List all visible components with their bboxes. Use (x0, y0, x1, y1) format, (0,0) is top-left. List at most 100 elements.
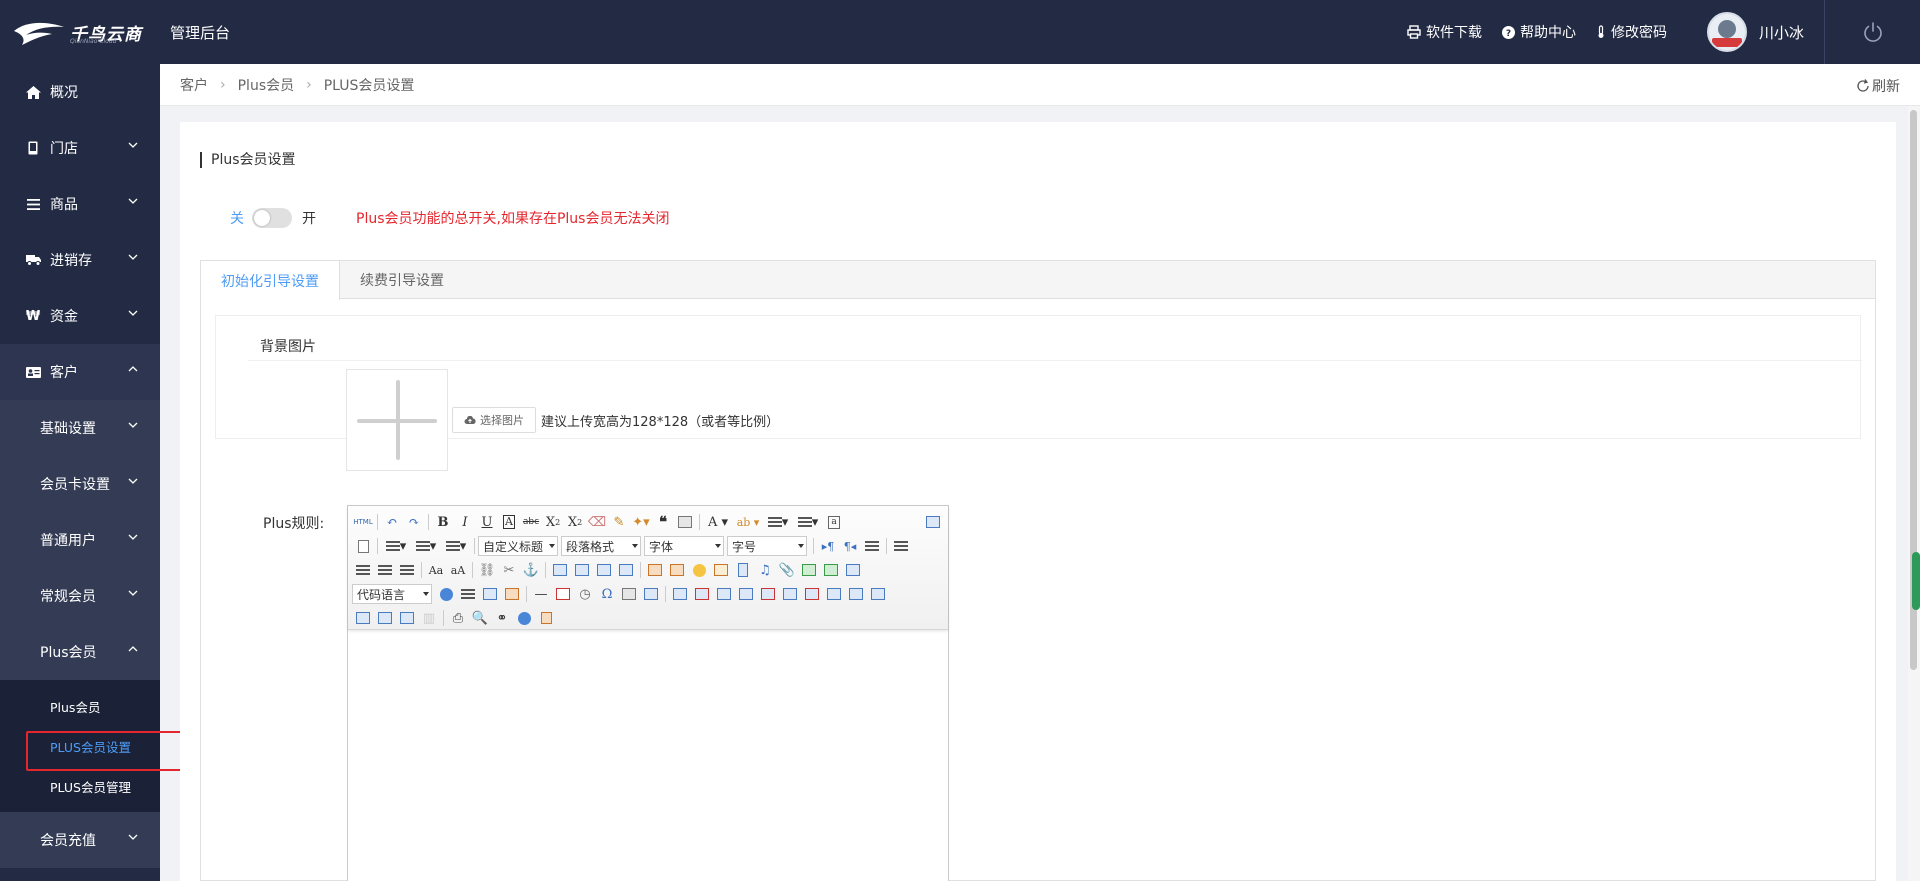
sidebar-item-inventory[interactable]: 进销存 (0, 232, 160, 288)
simple-upload-icon[interactable] (644, 560, 666, 580)
html-source-icon[interactable]: HTML (352, 512, 374, 532)
delete-row-icon[interactable] (757, 584, 779, 604)
ordered-list-icon[interactable]: ▾ (763, 512, 793, 532)
change-password-link[interactable]: 修改密码 (1596, 22, 1667, 42)
font-family-select[interactable]: 字体 (644, 536, 724, 556)
heading-select[interactable]: 自定义标题 (478, 536, 558, 556)
unordered-list-icon[interactable]: ▾ (793, 512, 823, 532)
template-icon[interactable] (479, 584, 501, 604)
binoculars-icon[interactable]: ⚭ (491, 608, 513, 628)
align-left-icon[interactable] (890, 536, 912, 556)
indent-icon[interactable] (861, 536, 883, 556)
print-icon[interactable]: ⎙ (447, 608, 469, 628)
help-center-link[interactable]: ? 帮助中心 (1501, 22, 1576, 42)
insert-row-icon[interactable] (735, 584, 757, 604)
align-justify-icon[interactable] (396, 560, 418, 580)
align-center-icon[interactable] (352, 560, 374, 580)
sidebar-subitem-member-recharge[interactable]: 会员充值 (0, 812, 160, 868)
sidebar-subitem-basic-settings[interactable]: 基础设置 (0, 400, 160, 456)
underline-icon[interactable]: U (476, 512, 498, 532)
scrawl-icon[interactable] (710, 560, 732, 580)
font-color-icon[interactable]: A ▾ (703, 512, 733, 532)
italic-icon[interactable]: I (454, 512, 476, 532)
ltr-icon[interactable]: ▸¶ (817, 536, 839, 556)
sidebar-item-overview[interactable]: 概况 (0, 64, 160, 120)
insert-frame-icon[interactable] (842, 560, 864, 580)
split-to-cells-icon[interactable] (352, 608, 374, 628)
sidebar-subitem-card-settings[interactable]: 会员卡设置 (0, 456, 160, 512)
strikethrough-icon[interactable]: abc (520, 512, 542, 532)
auto-format-icon[interactable]: ✦▾ (630, 512, 652, 532)
undo-icon[interactable]: ↶ (381, 512, 403, 532)
unlink-icon[interactable]: ✂ (498, 560, 520, 580)
tab-renew-guide[interactable]: 续费引导设置 (340, 261, 464, 299)
drafts-icon[interactable] (535, 608, 557, 628)
insert-col-icon[interactable] (779, 584, 801, 604)
row-spacing-bottom-icon[interactable]: ▾ (411, 536, 441, 556)
tab-init-guide[interactable]: 初始化引导设置 (201, 261, 340, 300)
sidebar-subitem-regular-members[interactable]: 常规会员 (0, 568, 160, 624)
redo-icon[interactable]: ↷ (403, 512, 425, 532)
insert-paragraph-before-table-icon[interactable] (713, 584, 735, 604)
format-brush-icon[interactable]: ✎ (608, 512, 630, 532)
plus-feature-toggle[interactable] (252, 208, 292, 228)
choose-image-button[interactable]: 选择图片 (452, 407, 536, 433)
code-language-select[interactable]: 代码语言 (352, 584, 432, 604)
image-right-icon[interactable] (593, 560, 615, 580)
select-all-icon[interactable]: a (823, 512, 845, 532)
split-to-rows-icon[interactable] (374, 608, 396, 628)
paragraph-select[interactable]: 段落格式 (561, 536, 641, 556)
paste-plain-icon[interactable] (674, 512, 696, 532)
breadcrumb-item[interactable]: Plus会员 (238, 75, 295, 95)
merge-down-icon[interactable] (867, 584, 889, 604)
map-icon[interactable] (798, 560, 820, 580)
image-center-icon[interactable] (615, 560, 637, 580)
logout-button[interactable] (1824, 0, 1920, 64)
font-border-icon[interactable]: A (498, 512, 520, 532)
sidebar-item-funds[interactable]: ₩ 资金 (0, 288, 160, 344)
align-right-icon[interactable] (374, 560, 396, 580)
eraser-icon[interactable]: ⌫ (586, 512, 608, 532)
wordimage-icon[interactable] (618, 584, 640, 604)
music-icon[interactable]: ♫ (754, 560, 776, 580)
page-break-icon[interactable] (457, 584, 479, 604)
refresh-button[interactable]: 刷新 (1856, 76, 1900, 96)
image-left-icon[interactable] (571, 560, 593, 580)
background-color-icon[interactable]: ab ▾ (733, 512, 763, 532)
insert-table-icon[interactable] (669, 584, 691, 604)
font-size-select[interactable]: 字号 (727, 536, 807, 556)
date-icon[interactable] (552, 584, 574, 604)
sidebar-item-goods[interactable]: 商品 (0, 176, 160, 232)
delete-table-icon[interactable] (691, 584, 713, 604)
anchor-icon[interactable]: ⚓ (520, 560, 542, 580)
delete-col-icon[interactable] (801, 584, 823, 604)
attachment-icon[interactable]: 📎 (776, 560, 798, 580)
time-icon[interactable]: ◷ (574, 584, 596, 604)
to-lowercase-icon[interactable]: aA (447, 560, 469, 580)
user-menu[interactable]: 川小冰 (1706, 12, 1804, 52)
superscript-icon[interactable]: X2 (542, 512, 564, 532)
software-download-link[interactable]: 软件下载 (1407, 22, 1482, 42)
split-to-cols-icon[interactable] (396, 608, 418, 628)
row-spacing-top-icon[interactable]: ▾ (381, 536, 411, 556)
merge-right-icon[interactable] (845, 584, 867, 604)
to-uppercase-icon[interactable]: Aa (425, 560, 447, 580)
editor-content-area[interactable] (348, 630, 948, 881)
background-icon[interactable] (501, 584, 523, 604)
sidebar-item-store[interactable]: 门店 (0, 120, 160, 176)
sidebar-leaf-plus-member[interactable]: Plus会员 (0, 686, 160, 726)
preview-icon[interactable] (922, 512, 944, 532)
rtl-icon[interactable]: ¶◂ (839, 536, 861, 556)
sidebar-item-customer[interactable]: 客户 (0, 344, 160, 400)
sidebar-subitem-plus-members[interactable]: Plus会员 (0, 624, 160, 680)
line-height-icon[interactable]: ▾ (441, 536, 471, 556)
image-upload-placeholder[interactable] (346, 369, 448, 471)
search-replace-icon[interactable]: 🔍 (469, 608, 491, 628)
bold-icon[interactable]: B (432, 512, 454, 532)
image-none-icon[interactable] (549, 560, 571, 580)
clear-document-icon[interactable] (352, 536, 374, 556)
vertical-scrollbar[interactable] (1908, 106, 1920, 881)
insert-image-icon[interactable] (666, 560, 688, 580)
link-icon[interactable]: ⛓ (476, 560, 498, 580)
charts-icon[interactable]: ▥ (418, 608, 440, 628)
